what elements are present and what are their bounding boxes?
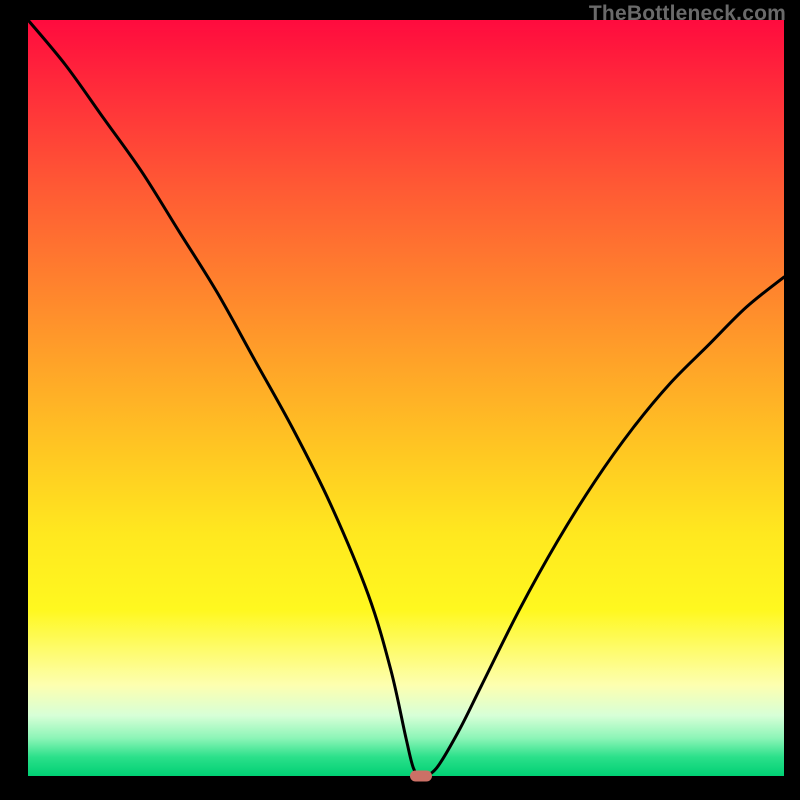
watermark-text: TheBottleneck.com xyxy=(589,2,786,26)
plot-area xyxy=(28,20,784,776)
optimum-marker xyxy=(410,771,432,782)
chart-frame: TheBottleneck.com xyxy=(0,0,800,800)
bottleneck-curve xyxy=(28,20,784,776)
